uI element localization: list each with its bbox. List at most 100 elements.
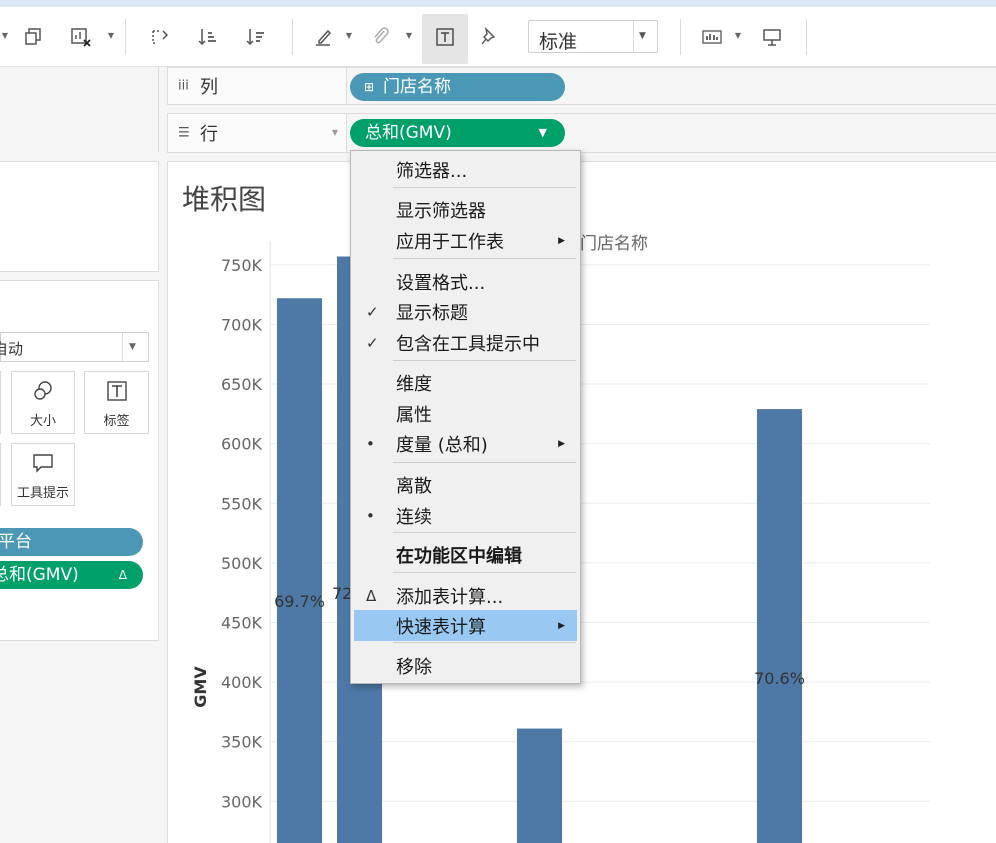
menu-item[interactable]: 维度 xyxy=(354,367,577,398)
rows-pill-gmv[interactable]: 总和(GMV) ▼ xyxy=(350,119,565,147)
menu-separator xyxy=(393,187,576,188)
bullet-icon: • xyxy=(366,434,375,453)
chart[interactable]: 750K 700K 650K 600K 550K 500K 450K 400K 350K 300K… xyxy=(167,161,996,843)
chevron-down-icon: ▼ xyxy=(639,31,646,41)
mark-type-value: 自动 xyxy=(0,340,24,358)
select-divider xyxy=(122,333,123,361)
size-icon xyxy=(12,380,74,407)
menu-item-label: 应用于工作表 xyxy=(396,231,504,253)
marks-label-button[interactable]: 标签 xyxy=(84,371,149,434)
group-members-icon[interactable] xyxy=(369,25,393,49)
menu-item[interactable]: 设置格式... xyxy=(354,266,577,297)
marks-tooltip-label: 工具提示 xyxy=(16,486,69,501)
y-tick-label: 700K xyxy=(221,315,263,334)
y-tick-label: 650K xyxy=(221,375,263,394)
menu-item[interactable]: 离散 xyxy=(354,469,577,500)
toolbar: ▼ ▼ ▼ ▼ 标准 ▼ ▼ xyxy=(0,7,996,67)
menu-item[interactable]: • 连续 xyxy=(354,500,577,531)
submenu-arrow-icon: ▶ xyxy=(558,438,565,449)
marks-tooltip-button[interactable]: 工具提示 xyxy=(11,443,75,506)
menu-item-label: 连续 xyxy=(396,506,432,528)
fit-select[interactable]: 标准 ▼ xyxy=(528,20,658,53)
filters-card xyxy=(0,161,159,272)
toolbar-separator xyxy=(292,19,293,55)
menu-item-label: 设置格式... xyxy=(396,272,486,294)
check-icon: ✓ xyxy=(366,333,379,352)
menu-item[interactable]: 显示筛选器 xyxy=(354,194,577,225)
menu-item[interactable]: 筛选器... xyxy=(354,154,577,185)
menu-item[interactable]: ✓ 显示标题 xyxy=(354,296,577,327)
chevron-down-icon[interactable]: ▼ xyxy=(332,128,338,137)
fit-select-value: 标准 xyxy=(539,31,578,53)
menu-item[interactable]: 应用于工作表 ▶ xyxy=(354,225,577,256)
menu-separator xyxy=(393,462,576,463)
y-tick-label: 450K xyxy=(221,613,263,632)
swap-axes-icon[interactable] xyxy=(148,25,172,49)
pin-icon[interactable] xyxy=(477,25,501,49)
marks-pill-gmv[interactable]: 总和(GMV) Δ xyxy=(0,561,143,589)
marks-color-button[interactable] xyxy=(0,371,1,434)
menu-item[interactable]: ✓ 包含在工具提示中 xyxy=(354,327,577,358)
menu-item-label: 移除 xyxy=(396,656,432,678)
menu-item[interactable]: • 度量 (总和) ▶ xyxy=(354,428,577,459)
rows-shelf-label: ☰ 行 ▼ xyxy=(167,114,347,152)
mark-type-select[interactable]: 自动 ▼ xyxy=(0,332,149,362)
menu-separator xyxy=(393,258,576,259)
chevron-down-icon[interactable]: ▼ xyxy=(405,32,413,40)
window-top-strip xyxy=(0,0,996,7)
bar[interactable] xyxy=(517,728,562,843)
menu-item[interactable]: 快速表计算 ▶ xyxy=(354,610,577,641)
chevron-down-icon[interactable]: ▼ xyxy=(734,32,742,40)
sort-ascending-icon[interactable] xyxy=(196,25,220,49)
marks-size-button[interactable]: 大小 xyxy=(11,371,75,434)
marks-detail-button[interactable] xyxy=(0,443,1,506)
clear-sheet-icon[interactable] xyxy=(69,25,93,49)
menu-item[interactable]: 移除 xyxy=(354,650,577,681)
delta-icon: Δ xyxy=(118,568,127,582)
y-tick-label: 300K xyxy=(221,792,263,811)
sort-descending-icon[interactable] xyxy=(244,25,268,49)
rows-pill-label: 总和(GMV) xyxy=(365,123,452,143)
menu-item[interactable]: Δ 添加表计算... xyxy=(354,580,577,611)
menu-item-label: 显示标题 xyxy=(396,302,468,324)
menu-item-label: 添加表计算... xyxy=(396,586,504,608)
toolbar-separator xyxy=(125,19,126,55)
show-mark-labels-button[interactable] xyxy=(422,14,468,64)
duplicate-sheet-icon[interactable] xyxy=(22,25,46,49)
columns-pill-label: 门店名称 xyxy=(383,77,451,97)
pages-card xyxy=(0,67,159,152)
marks-label-label: 标签 xyxy=(103,414,130,429)
menu-item-label: 离散 xyxy=(396,475,432,497)
presentation-mode-icon[interactable] xyxy=(760,25,784,49)
chevron-down-icon[interactable]: ▼ xyxy=(345,32,353,40)
marks-pill-platform[interactable]: 平台 xyxy=(0,528,143,556)
y-axis-label: GMV xyxy=(191,666,210,708)
menu-item[interactable]: 属性 xyxy=(354,398,577,429)
tooltip-icon xyxy=(12,452,74,479)
menu-separator xyxy=(393,360,576,361)
menu-separator xyxy=(393,642,576,643)
columns-pill-store-name[interactable]: ⊞ 门店名称 xyxy=(350,73,565,101)
bar[interactable] xyxy=(757,409,802,843)
submenu-arrow-icon: ▶ xyxy=(558,620,565,631)
y-tick-label: 400K xyxy=(221,673,263,692)
chevron-down-icon[interactable]: ▼ xyxy=(107,32,115,40)
chevron-down-icon[interactable]: ▼ xyxy=(539,119,547,147)
expand-icon: ⊞ xyxy=(364,80,375,94)
rows-label: 行 xyxy=(200,124,218,145)
menu-item-label: 筛选器... xyxy=(396,160,468,182)
rows-shelf: ☰ 行 ▼ 总和(GMV) ▼ xyxy=(167,113,996,153)
show-me-icon[interactable] xyxy=(700,25,724,49)
menu-item-label: 显示筛选器 xyxy=(396,200,486,222)
bullet-icon: • xyxy=(366,506,375,525)
bar[interactable] xyxy=(277,298,322,843)
marks-pill-label: 总和(GMV) xyxy=(0,565,79,585)
chevron-down-icon[interactable]: ▼ xyxy=(1,32,9,40)
data-label: 70.6% xyxy=(754,669,805,688)
menu-item[interactable]: 在功能区中编辑 xyxy=(354,539,577,570)
toolbar-separator xyxy=(806,19,807,55)
menu-item-label: 包含在工具提示中 xyxy=(396,333,540,355)
highlight-icon[interactable] xyxy=(311,25,335,49)
select-divider xyxy=(633,21,634,52)
y-tick-label: 600K xyxy=(221,435,263,454)
